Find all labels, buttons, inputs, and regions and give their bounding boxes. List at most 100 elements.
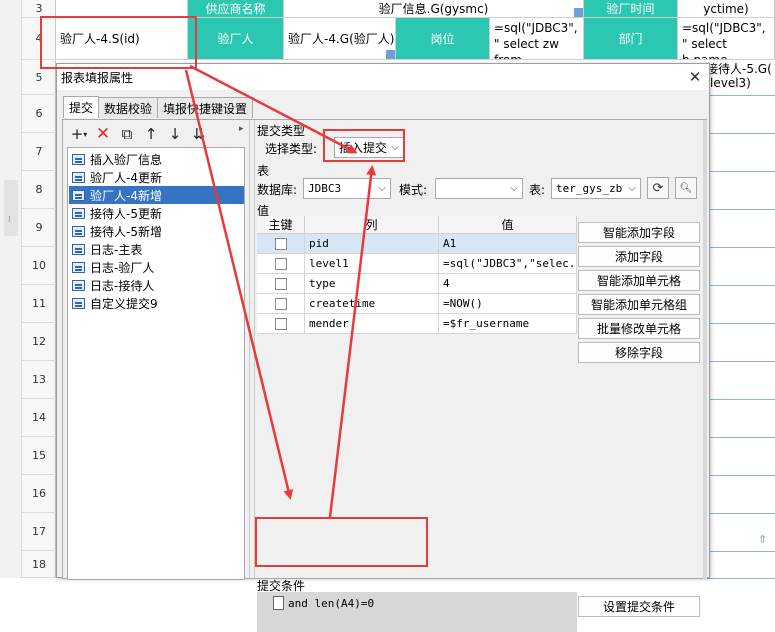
cell-c4[interactable]: 验厂人-4.G(验厂人) [284, 18, 396, 60]
primary-key-checkbox[interactable] [274, 277, 287, 290]
tab-data-validation[interactable]: 数据校验 [98, 97, 159, 118]
move-down-icon[interactable]: ↓ [163, 124, 187, 144]
row-header[interactable]: 8 [22, 171, 56, 209]
cell-e4[interactable]: =sql("JDBC3", " select zw from [490, 18, 584, 60]
add-field-button[interactable]: 添加字段 [578, 246, 700, 267]
cell-b4[interactable]: 验厂人 [188, 18, 284, 60]
schema-select[interactable]: ⌵ [435, 178, 523, 199]
remove-field-button[interactable]: 移除字段 [578, 342, 700, 363]
list-item[interactable]: 接待人-5新增 [69, 222, 244, 240]
row-header[interactable]: 10 [22, 247, 56, 285]
cell-supplier-expr[interactable]: 验厂信息.G(gysmc) [284, 0, 584, 18]
column-cell[interactable]: level1 [305, 254, 439, 274]
key-cell[interactable] [257, 274, 305, 294]
row-header[interactable]: 12 [22, 323, 56, 361]
table-row[interactable]: level1 =sql("JDBC3","selec... [257, 254, 577, 274]
row-header[interactable]: 15 [22, 437, 56, 475]
table-header-value[interactable]: 值 [439, 216, 577, 234]
value-cell[interactable]: =sql("JDBC3","selec... [439, 254, 577, 274]
list-item[interactable]: 接待人-5更新 [69, 204, 244, 222]
list-item[interactable]: 插入验厂信息 [69, 150, 244, 168]
column-cell[interactable]: pid [305, 234, 439, 254]
refresh-icon[interactable]: ⟳ [647, 177, 669, 199]
cell-f4[interactable]: 部门 [584, 18, 678, 60]
cell-g5[interactable]: 接待人-5.G( [706, 60, 772, 77]
primary-key-checkbox[interactable] [274, 317, 287, 330]
key-cell[interactable] [257, 254, 305, 274]
table-row[interactable]: pid A1 [257, 234, 577, 254]
primary-key-checkbox[interactable] [274, 257, 287, 270]
panel-grip[interactable] [4, 180, 18, 236]
column-cell[interactable]: createtime [305, 294, 439, 314]
delete-icon[interactable]: ✕ [91, 124, 115, 144]
cell-g4[interactable]: =sql("JDBC3", " select b.name [678, 18, 775, 60]
list-item[interactable]: 日志-接待人 [69, 276, 244, 294]
table-row[interactable]: mender =$fr_username [257, 314, 577, 334]
row-header[interactable]: 14 [22, 399, 56, 437]
row-header[interactable]: 17 [22, 513, 56, 551]
table-row[interactable]: createtime =NOW() [257, 294, 577, 314]
set-condition-button[interactable]: 设置提交条件 [578, 596, 700, 617]
cell-inspect-time-expr[interactable]: yctime) [678, 0, 775, 18]
table-header-key[interactable]: 主键 [257, 216, 305, 234]
list-item[interactable]: 日志-验厂人 [69, 258, 244, 276]
row-header[interactable]: 6 [22, 95, 56, 133]
row-header[interactable]: 11 [22, 285, 56, 323]
database-select[interactable]: JDBC3 ⌵ [303, 178, 391, 199]
row-header[interactable]: 16 [22, 475, 56, 513]
batch-modify-cell-button[interactable]: 批量修改单元格 [578, 318, 700, 339]
row-header[interactable]: 4 [22, 18, 56, 60]
tab-shortcut-settings[interactable]: 填报快捷键设置 [157, 97, 254, 118]
cell-d4[interactable]: 岗位 [396, 18, 490, 60]
key-cell[interactable] [257, 294, 305, 314]
toolbar-more-icon[interactable]: ▸ [239, 124, 244, 134]
primary-key-checkbox[interactable] [274, 237, 287, 250]
column-cell[interactable]: type [305, 274, 439, 294]
smart-add-field-button[interactable]: 智能添加字段 [578, 222, 700, 243]
pane-scrollbar[interactable] [703, 120, 707, 580]
list-item-selected[interactable]: 验厂人-4新增 [69, 186, 244, 204]
row-header[interactable]: 3 [22, 0, 56, 18]
preview-icon[interactable]: 🔍︎ [675, 177, 697, 199]
table-header-column[interactable]: 列 [305, 216, 439, 234]
cell-text: 部门 [618, 32, 643, 46]
list-item[interactable]: 自定义提交9 [69, 294, 244, 312]
cell-a3[interactable] [56, 0, 188, 18]
table-icon [72, 153, 85, 165]
smart-add-cell-button[interactable]: 智能添加单元格 [578, 270, 700, 291]
row-header[interactable]: 18 [22, 551, 56, 578]
smart-add-cell-group-button[interactable]: 智能添加单元格组 [578, 294, 700, 315]
primary-key-checkbox[interactable] [274, 297, 287, 310]
list-item-label: 日志-验厂人 [90, 260, 155, 275]
dialog-titlebar[interactable]: 报表填报属性 ✕ [57, 64, 709, 90]
row-header[interactable]: 5 [22, 60, 56, 95]
close-icon[interactable]: ✕ [685, 67, 705, 87]
table-row[interactable]: type 4 [257, 274, 577, 294]
submit-type-select[interactable]: 插入提交 ⌵ [334, 137, 404, 158]
cell-inspect-time-header[interactable]: 验厂时间 [584, 0, 678, 18]
add-icon[interactable]: + ▾ [67, 124, 91, 144]
copy-icon[interactable]: ⧉ [115, 124, 139, 144]
chevron-down-icon[interactable]: ▾ [83, 130, 87, 139]
table-select[interactable]: ter_gys_zb ⌵ [551, 178, 641, 199]
column-cell[interactable]: mender [305, 314, 439, 334]
key-cell[interactable] [257, 234, 305, 254]
import-icon[interactable]: ⇊ [187, 124, 211, 144]
value-cell[interactable]: =$fr_username [439, 314, 577, 334]
value-cell[interactable]: A1 [439, 234, 577, 254]
condition-item[interactable]: and len(A4)=0 [273, 594, 374, 612]
list-item[interactable]: 验厂人-4更新 [69, 168, 244, 186]
value-cell[interactable]: =NOW() [439, 294, 577, 314]
tab-submit[interactable]: 提交 [63, 96, 100, 118]
list-item-label: 验厂人-4更新 [90, 170, 162, 185]
value-cell[interactable]: 4 [439, 274, 577, 294]
cell-supplier-header[interactable]: 供应商名称 [188, 0, 284, 18]
row-header[interactable]: 13 [22, 361, 56, 399]
row-header[interactable]: 9 [22, 209, 56, 247]
list-item[interactable]: 日志-主表 [69, 240, 244, 258]
cell-a4[interactable]: 验厂人-4.S(id) [56, 18, 188, 60]
key-cell[interactable] [257, 314, 305, 334]
move-up-icon[interactable]: ↑ [139, 124, 163, 144]
pane-splitter[interactable] [249, 120, 255, 578]
row-header[interactable]: 7 [22, 133, 56, 171]
